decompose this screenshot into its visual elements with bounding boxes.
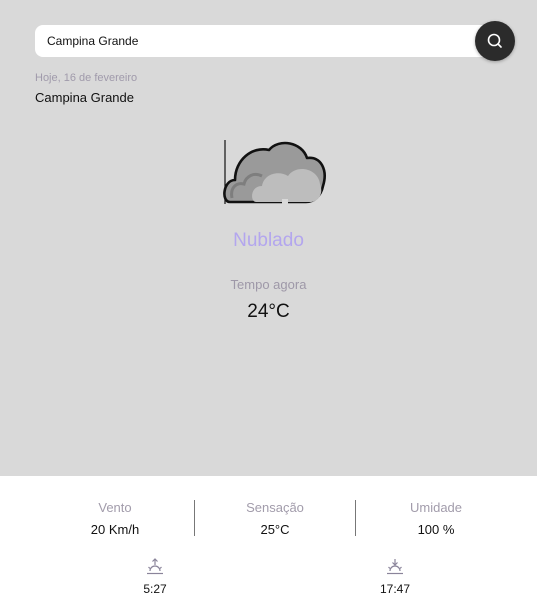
sunset-icon bbox=[387, 559, 403, 575]
stat-value: 25°C bbox=[260, 522, 290, 537]
weather-condition: Nublado bbox=[233, 230, 304, 251]
search-input[interactable] bbox=[35, 25, 475, 57]
sunrise-icon bbox=[147, 558, 163, 575]
sunset-time: 17:47 bbox=[379, 582, 411, 596]
stat-wind: Vento 20 Km/h bbox=[35, 500, 195, 537]
stat-label: Umidade bbox=[409, 500, 463, 515]
details-panel: Vento 20 Km/h Sensação 25°C Umidade 100 … bbox=[0, 476, 537, 614]
stat-value: 100 % bbox=[417, 522, 455, 537]
sunset: 17:47 bbox=[365, 558, 425, 596]
current-weather-label: Tempo agora bbox=[230, 277, 307, 292]
current-temperature: 24°C bbox=[247, 301, 290, 322]
sunrise-time: 5:27 bbox=[143, 582, 167, 596]
search-bar bbox=[35, 25, 497, 57]
city-label: Campina Grande bbox=[35, 90, 134, 105]
search-button[interactable] bbox=[475, 21, 515, 61]
cloud-icon bbox=[223, 140, 326, 205]
date-label: Hoje, 16 de fevereiro bbox=[35, 72, 138, 84]
stat-label: Vento bbox=[98, 500, 132, 515]
stat-feels-like: Sensação 25°C bbox=[195, 500, 355, 537]
sunrise: 5:27 bbox=[125, 558, 185, 596]
search-icon bbox=[487, 33, 502, 48]
stat-humidity: Umidade 100 % bbox=[356, 500, 516, 537]
stat-value: 20 Km/h bbox=[90, 522, 140, 537]
stat-label: Sensação bbox=[246, 500, 304, 515]
weather-panel: Hoje, 16 de fevereiro Campina Grande Nub… bbox=[0, 0, 537, 476]
